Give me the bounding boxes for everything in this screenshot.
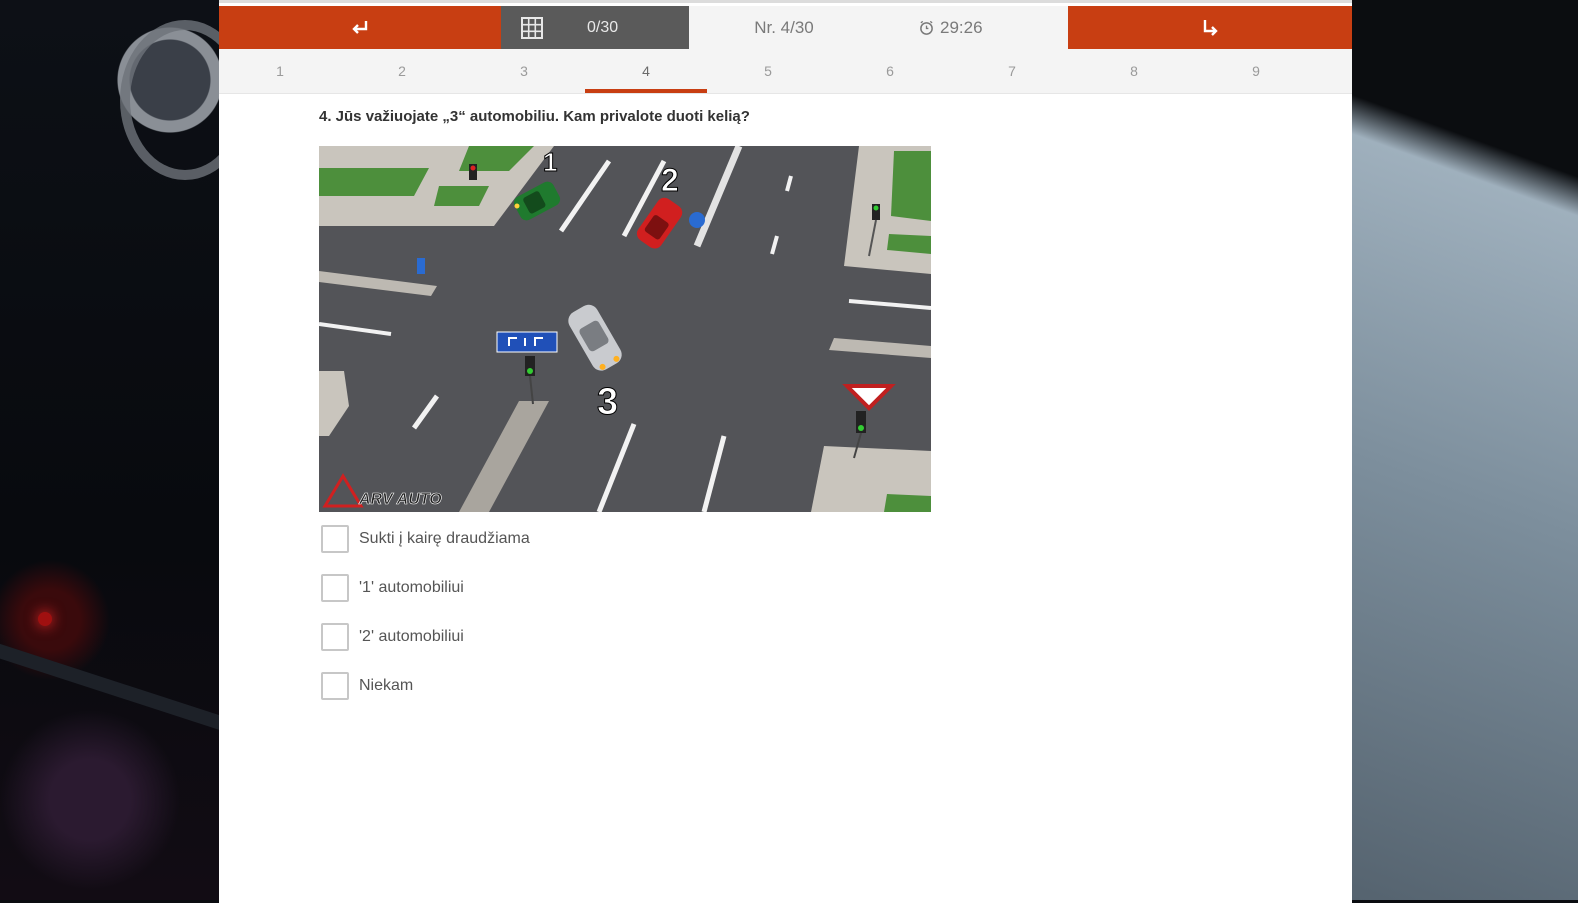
answer-label: '1' automobiliui: [359, 578, 464, 596]
vehicle-label-3: 3: [597, 381, 618, 423]
timer-value: 29:26: [940, 17, 983, 37]
answer-list: Sukti į kairę draudžiama '1' automobiliu…: [321, 514, 530, 710]
tab-8[interactable]: 8: [1073, 49, 1195, 93]
answer-option-4[interactable]: Niekam: [321, 661, 530, 710]
vehicle-label-1: 1: [543, 147, 557, 177]
question-image: 1 2 3 ARV AUTO: [319, 146, 931, 512]
tab-9[interactable]: 9: [1195, 49, 1317, 93]
clock-icon: [920, 20, 933, 35]
answer-checkbox[interactable]: [321, 524, 349, 553]
tab-2[interactable]: 2: [341, 49, 463, 93]
answered-count: 0/30: [587, 18, 619, 36]
vehicle-label-2: 2: [661, 162, 679, 198]
timer: 29:26: [919, 6, 1069, 49]
grid-icon: [521, 16, 543, 39]
return-arrow-icon: [352, 20, 368, 34]
tab-1[interactable]: 1: [219, 49, 341, 93]
answer-checkbox[interactable]: [321, 671, 349, 700]
background-left: [0, 0, 250, 900]
test-app: 0/30 Nr. 4/30 29:26 1 2 3 4 5 6 7 8 9 4.…: [219, 0, 1352, 903]
tab-3[interactable]: 3: [463, 49, 585, 93]
answer-checkbox[interactable]: [321, 573, 349, 602]
answer-checkbox[interactable]: [321, 622, 349, 651]
answer-option-1[interactable]: Sukti į kairę draudžiama: [321, 514, 530, 563]
question-tabs: 1 2 3 4 5 6 7 8 9: [219, 49, 1352, 94]
answer-label: Sukti į kairę draudžiama: [359, 529, 530, 547]
answer-label: '2' automobiliui: [359, 627, 464, 645]
answered-counter[interactable]: 0/30: [501, 6, 689, 49]
question-number: Nr. 4/30: [754, 17, 814, 37]
tab-4[interactable]: 4: [585, 49, 707, 93]
turn-right-arrow-icon: [1203, 19, 1218, 36]
answer-label: Niekam: [359, 676, 414, 694]
answer-option-2[interactable]: '1' automobiliui: [321, 563, 530, 612]
previous-button[interactable]: [219, 6, 501, 49]
answer-option-3[interactable]: '2' automobiliui: [321, 612, 530, 661]
tab-5[interactable]: 5: [707, 49, 829, 93]
dashboard-light: [38, 612, 52, 626]
next-button[interactable]: [1068, 6, 1352, 49]
dashboard-trim: [0, 640, 236, 734]
background-right: [1352, 0, 1578, 900]
question-text: 4. Jūs važiuojate „3“ automobiliu. Kam p…: [319, 108, 750, 125]
tab-6[interactable]: 6: [829, 49, 951, 93]
tab-7[interactable]: 7: [951, 49, 1073, 93]
intersection-illustration: 1 2 3 ARV AUTO: [319, 146, 931, 512]
top-bar: 0/30 Nr. 4/30 29:26: [219, 6, 1352, 49]
image-logo: ARV AUTO: [358, 491, 442, 508]
